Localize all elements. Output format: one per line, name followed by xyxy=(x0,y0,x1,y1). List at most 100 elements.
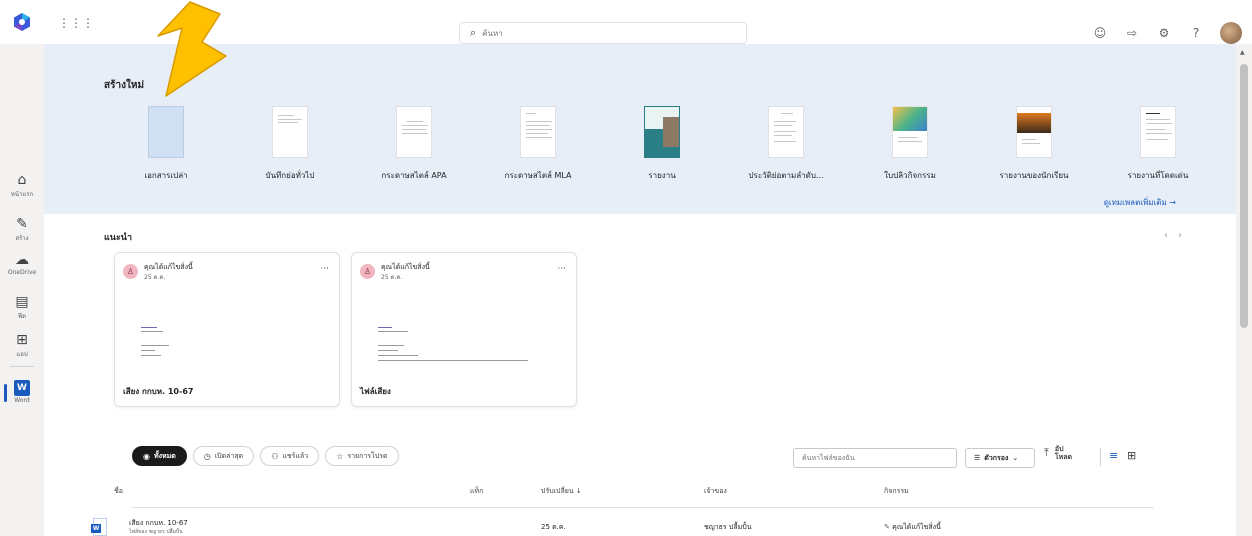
filter-shared[interactable]: ⚇ แชร์แล้ว xyxy=(260,446,320,466)
document-preview xyxy=(141,321,321,381)
all-icon: ◉ xyxy=(143,451,150,461)
view-divider xyxy=(1100,448,1101,466)
column-modified[interactable]: ปรับเปลี่ยน ↓ xyxy=(541,486,582,497)
rail-item-apps[interactable]: ⊞ แอป xyxy=(0,332,44,359)
template-label: รายงานที่โดดเด่น xyxy=(1127,171,1189,180)
upload-icon: ⤒ xyxy=(1044,446,1049,459)
word-file-icon: W xyxy=(91,518,107,536)
table-divider xyxy=(132,507,1154,508)
recommended-title: แนะนำ xyxy=(104,233,132,243)
search-icon: ⌕ xyxy=(470,26,477,39)
template-label: บันทึกย่อทั่วไป xyxy=(265,171,315,180)
filter-button[interactable]: ☰ ตัวกรอง ⌄ xyxy=(965,448,1035,468)
filter-favorites[interactable]: ☆ รายการโปรด xyxy=(325,446,399,466)
upload-label: อัป โหลด xyxy=(1055,445,1072,461)
template-label: กระดาษสไตล์ MLA xyxy=(504,171,572,180)
file-modified: 25 ต.ค. xyxy=(541,523,566,531)
template-label: ใบปลิวกิจกรรม xyxy=(884,171,936,180)
filter-label: แชร์แล้ว xyxy=(282,451,309,460)
grid-view-icon[interactable]: ⊞ xyxy=(1127,449,1136,462)
template-apa[interactable]: กระดาษสไตล์ APA xyxy=(352,106,476,182)
template-label: รายงานของนักเรียน xyxy=(999,171,1069,180)
rail-item-label: OneDrive xyxy=(7,269,37,276)
rail-divider xyxy=(10,366,34,367)
filter-recent[interactable]: ◷ เปิดล่าสุด xyxy=(192,446,255,466)
template-notes[interactable]: บันทึกย่อทั่วไป xyxy=(228,106,352,182)
filter-all[interactable]: ◉ ทั้งหมด xyxy=(132,446,187,466)
column-activity[interactable]: กิจกรรม xyxy=(884,486,909,497)
list-view-icon[interactable]: ≡ xyxy=(1109,449,1118,462)
chevron-down-icon: ⌄ xyxy=(1012,454,1019,462)
column-owner[interactable]: เจ้าของ xyxy=(704,486,727,497)
upload-button[interactable]: ⤒ อัป โหลด xyxy=(1044,445,1072,461)
template-standout-report[interactable]: รายงานที่โดดเด่น xyxy=(1096,106,1220,182)
document-preview xyxy=(378,321,558,381)
help-icon[interactable]: ? xyxy=(1188,26,1204,40)
people-icon: ⚇ xyxy=(271,451,279,461)
rail-item-onedrive[interactable]: ☁ OneDrive xyxy=(0,252,44,276)
column-tags[interactable]: แท็ก xyxy=(470,486,483,497)
template-label: กระดาษสไตล์ APA xyxy=(381,171,447,180)
more-templates-link[interactable]: ดูเทมเพลตเพิ่มเติม → xyxy=(1104,196,1176,209)
more-options-icon[interactable]: ··· xyxy=(557,264,566,274)
create-new-title: สร้างใหม่ xyxy=(104,80,145,91)
template-mla[interactable]: กระดาษสไตล์ MLA xyxy=(476,106,600,182)
template-thumbnail xyxy=(1140,106,1176,158)
feed-icon: ▤ xyxy=(15,294,29,310)
template-thumbnail xyxy=(272,106,308,158)
chevron-left-icon[interactable]: ‹ xyxy=(1164,230,1178,241)
template-report[interactable]: รายงาน xyxy=(600,106,724,182)
template-thumbnail xyxy=(644,106,680,158)
file-search-input[interactable] xyxy=(793,448,957,468)
file-activity-text: คุณได้แก้ไขสิ่งนี้ xyxy=(892,523,941,531)
template-label: ประวัติย่อตามลำดับ... xyxy=(748,171,824,180)
template-thumbnail xyxy=(148,106,184,158)
column-name[interactable]: ชื่อ xyxy=(114,486,123,497)
upload-label-line-1: อัป xyxy=(1054,445,1064,453)
template-flyer[interactable]: ใบปลิวกิจกรรม xyxy=(848,106,972,182)
filter-label: ทั้งหมด xyxy=(153,451,176,460)
template-thumbnail xyxy=(520,106,556,158)
file-owner: ชญาธร ปลื้มปั้น xyxy=(704,523,752,531)
template-blank[interactable]: เอกสารเปล่า xyxy=(104,106,228,182)
template-label: เอกสารเปล่า xyxy=(144,171,188,180)
scrollbar-thumb[interactable] xyxy=(1240,64,1248,328)
left-rail: ⌂ หน้าแรก ✎ สร้าง ☁ OneDrive ▤ ฟีด ⊞ แอป… xyxy=(0,44,44,536)
feedback-icon[interactable]: ⇨ xyxy=(1124,26,1140,40)
template-resume[interactable]: ประวัติย่อตามลำดับ... xyxy=(724,106,848,182)
card-date: 25 ต.ค. xyxy=(381,274,403,281)
file-activity: ✎ คุณได้แก้ไขสิ่งนี้ xyxy=(884,522,941,533)
rail-item-label: ฟีด xyxy=(17,313,27,320)
card-title: เสียง กกบห. 10-67 xyxy=(123,387,194,396)
recommended-card[interactable]: ♙ คุณได้แก้ไขสิ่งนี้ 25 ต.ค. ··· เสียง ก… xyxy=(114,252,340,407)
recommended-card[interactable]: ♙ คุณได้แก้ไขสิ่งนี้ 25 ต.ค. ··· ไฟล์เสี… xyxy=(351,252,577,407)
more-options-icon[interactable]: ··· xyxy=(320,264,329,274)
emoji-icon[interactable]: ☺ xyxy=(1092,26,1108,40)
search-box[interactable]: ⌕ xyxy=(459,22,747,44)
home-icon: ⌂ xyxy=(17,172,27,188)
scroll-up-icon[interactable]: ▲ xyxy=(1240,49,1245,56)
chevron-right-icon[interactable]: › xyxy=(1178,230,1192,241)
file-table-header: ชื่อ แท็ก ปรับเปลี่ยน ↓ เจ้าของ กิจกรรม xyxy=(44,484,1236,502)
cloud-icon: ☁ xyxy=(15,252,29,268)
m365-logo-icon[interactable] xyxy=(9,9,35,35)
clock-icon: ◷ xyxy=(203,451,211,461)
template-thumbnail xyxy=(396,106,432,158)
table-row[interactable]: W เสียง กกบห. 10-67 ไฟล์ของ ชญาธร ปลื้มป… xyxy=(44,510,1236,536)
annotation-arrow-icon xyxy=(157,1,227,97)
person-icon: ♙ xyxy=(123,264,138,279)
template-label: รายงาน xyxy=(648,171,676,180)
app-launcher-icon[interactable]: ⋮⋮⋮ xyxy=(58,16,94,30)
avatar[interactable] xyxy=(1220,22,1242,44)
rail-item-word[interactable]: W Word xyxy=(0,380,44,404)
page-scrollbar[interactable]: ▲ xyxy=(1236,44,1252,536)
card-date: 25 ต.ค. xyxy=(144,274,166,281)
rail-item-feed[interactable]: ▤ ฟีด xyxy=(0,294,44,321)
recommended-carousel-arrows: ‹› xyxy=(1164,230,1192,241)
rail-item-home[interactable]: ⌂ หน้าแรก xyxy=(0,172,44,199)
rail-item-create[interactable]: ✎ สร้าง xyxy=(0,216,44,243)
template-thumbnail xyxy=(768,106,804,158)
settings-icon[interactable]: ⚙ xyxy=(1156,26,1172,40)
template-student-report[interactable]: รายงานของนักเรียน xyxy=(972,106,1096,182)
search-input[interactable] xyxy=(482,28,723,38)
